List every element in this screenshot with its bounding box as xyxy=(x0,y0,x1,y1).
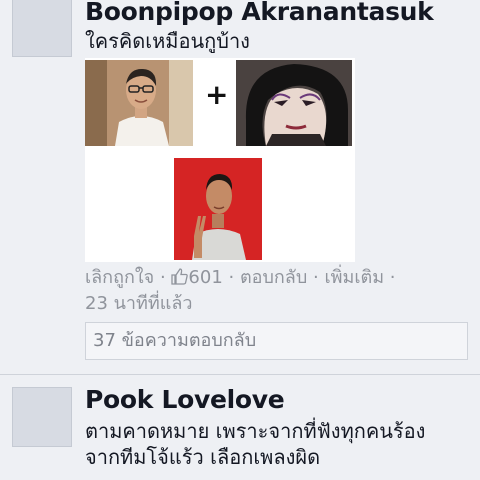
comment-text: ใครคิดเหมือนกูบ้าง xyxy=(85,29,250,53)
comment-actions: เลิกถูกใจ · 601 · ตอบกลับ · เพิ่มเติม · xyxy=(85,266,396,290)
reply-link[interactable]: ตอบกลับ xyxy=(240,267,307,288)
separator: · xyxy=(159,267,166,288)
comment-item: Boonpipop Akranantasuk ใครคิดเหมือนกูบ้า… xyxy=(0,0,480,374)
photo-person-2 xyxy=(236,60,352,146)
separator: · xyxy=(313,267,319,288)
avatar[interactable] xyxy=(12,387,72,447)
comment-text: จากทีมโจ้แร้ว เลือกเพลงผิด xyxy=(85,445,321,469)
like-count[interactable]: 601 xyxy=(188,267,222,288)
comment-author[interactable]: Pook Lovelove xyxy=(85,385,285,414)
comment-photo[interactable]: + xyxy=(85,58,355,262)
separator: · xyxy=(228,267,235,288)
comment-author[interactable]: Boonpipop Akranantasuk xyxy=(85,0,434,26)
comment-timestamp[interactable]: 23 นาทีที่แล้ว xyxy=(85,292,193,316)
view-replies-button[interactable]: 37 ข้อความตอบกลับ xyxy=(85,322,468,360)
avatar[interactable] xyxy=(12,0,72,57)
more-link[interactable]: เพิ่มเติม xyxy=(324,267,384,288)
separator: · xyxy=(389,267,396,288)
unlike-link[interactable]: เลิกถูกใจ xyxy=(85,267,154,288)
comment-item: Pook Lovelove ตามคาดหมาย เพราะจากที่ฟังท… xyxy=(0,375,480,480)
photo-person-3 xyxy=(174,158,262,260)
thumbs-up-icon xyxy=(171,268,189,285)
comment-text: ตามคาดหมาย เพราะจากที่ฟังทุกคนร้อง xyxy=(85,419,426,443)
photo-person-1 xyxy=(85,60,193,146)
plus-icon: + xyxy=(205,78,229,111)
